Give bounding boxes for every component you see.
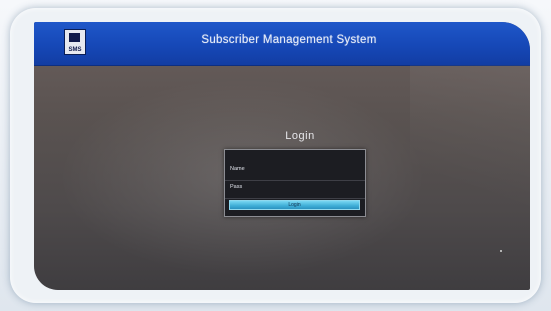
- name-input[interactable]: [253, 164, 361, 177]
- app-logo-icon: SMS: [64, 29, 86, 55]
- login-panel: Name Pass Login: [224, 149, 366, 217]
- photo-frame: SMS Subscriber Management System Login N…: [0, 0, 551, 311]
- password-label: Pass: [230, 184, 243, 190]
- password-input[interactable]: [253, 182, 361, 195]
- app-title: Subscriber Management System: [201, 34, 377, 46]
- logo-text: SMS: [68, 47, 82, 53]
- password-field-row: Pass: [225, 180, 365, 199]
- login-heading: Login: [285, 130, 315, 142]
- logo-mark: [69, 33, 80, 42]
- name-field-row: Name: [225, 162, 365, 181]
- login-button[interactable]: Login: [229, 200, 360, 210]
- mouse-cursor-icon: [500, 250, 502, 252]
- screen-glare: [410, 65, 530, 290]
- app-screen: SMS Subscriber Management System Login N…: [34, 22, 530, 290]
- title-bar: SMS Subscriber Management System: [34, 22, 530, 66]
- name-label: Name: [230, 166, 245, 172]
